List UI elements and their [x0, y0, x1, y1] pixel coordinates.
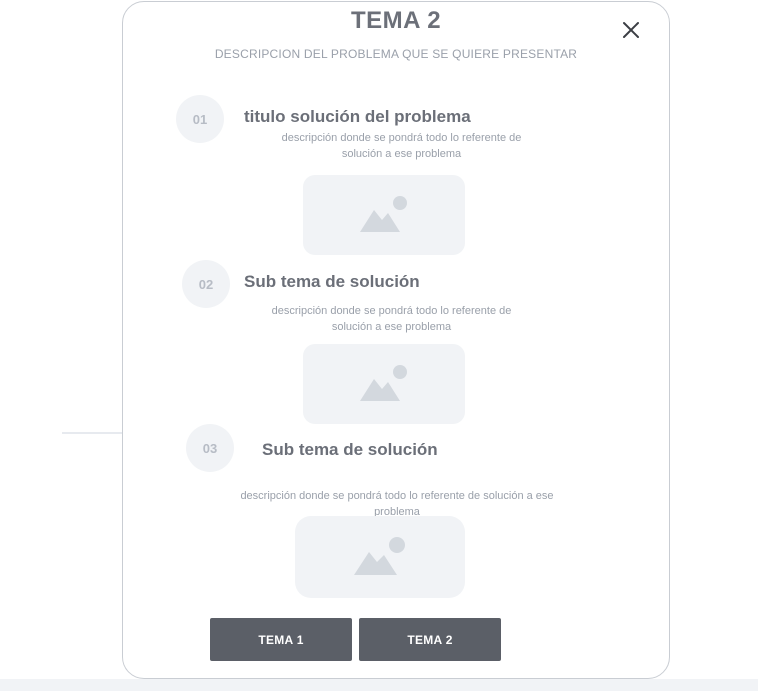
step-title: titulo solución del problema — [244, 107, 471, 126]
tema-2-button[interactable]: TEMA 2 — [359, 618, 501, 661]
image-placeholder-icon — [360, 365, 407, 401]
tema-1-button[interactable]: TEMA 1 — [210, 618, 352, 661]
image-placeholder — [303, 175, 465, 255]
step-number-badge: 02 — [182, 260, 230, 308]
image-placeholder — [295, 516, 465, 598]
close-icon — [623, 22, 639, 38]
image-placeholder-icon — [360, 196, 407, 232]
modal-subtitle: DESCRIPCION DEL PROBLEMA QUE SE QUIERE P… — [214, 47, 578, 61]
step-number-badge: 01 — [176, 95, 224, 143]
modal-title: TEMA 2 — [350, 7, 442, 34]
step-description: descripción donde se pondrá todo lo refe… — [281, 132, 522, 160]
close-button[interactable] — [621, 20, 641, 40]
image-placeholder-icon — [354, 537, 405, 575]
topic-modal: TEMA 2 DESCRIPCION DEL PROBLEMA QUE SE Q… — [122, 1, 670, 679]
image-placeholder — [303, 344, 465, 424]
step-description: descripción donde se pondrá todo lo refe… — [271, 305, 512, 333]
step-title: Sub tema de solución — [244, 272, 420, 291]
step-title: Sub tema de solución — [262, 440, 438, 459]
step-number-badge: 03 — [186, 424, 234, 472]
page: TEMA 2 DESCRIPCION DEL PROBLEMA QUE SE Q… — [0, 0, 758, 691]
bottom-strip — [0, 679, 758, 691]
